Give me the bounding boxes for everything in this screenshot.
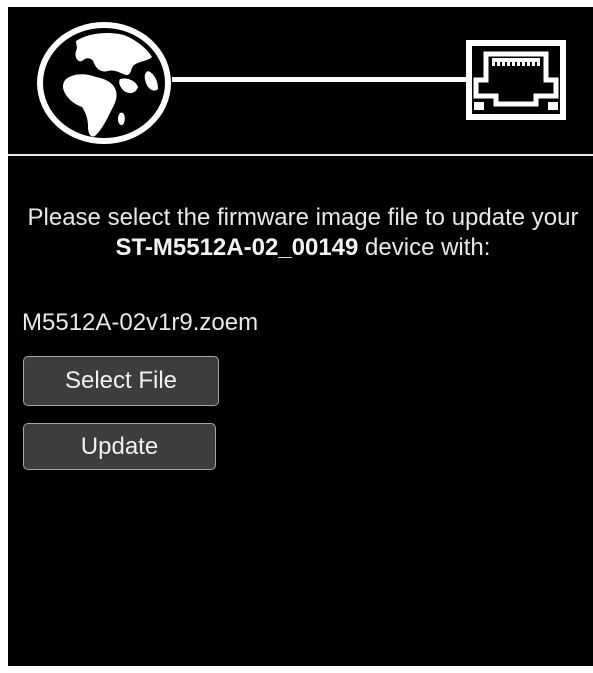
connection-header	[8, 7, 593, 154]
ethernet-port-icon	[466, 40, 566, 120]
instruction-suffix: device with:	[358, 234, 491, 261]
device-name: ST-M5512A-02_00149	[115, 234, 359, 261]
update-button[interactable]: Update	[23, 423, 216, 470]
instruction-prefix: Please select the firmware image file to…	[27, 204, 579, 231]
globe-icon	[37, 22, 171, 144]
header-divider	[8, 154, 593, 156]
connection-line	[172, 77, 466, 82]
select-file-button[interactable]: Select File	[23, 356, 219, 406]
firmware-update-panel: Please select the firmware image file to…	[8, 7, 593, 666]
firmware-filename: M5512A-02v1r9.zoem	[22, 309, 259, 336]
instruction-text: Please select the firmware image file to…	[18, 203, 588, 263]
